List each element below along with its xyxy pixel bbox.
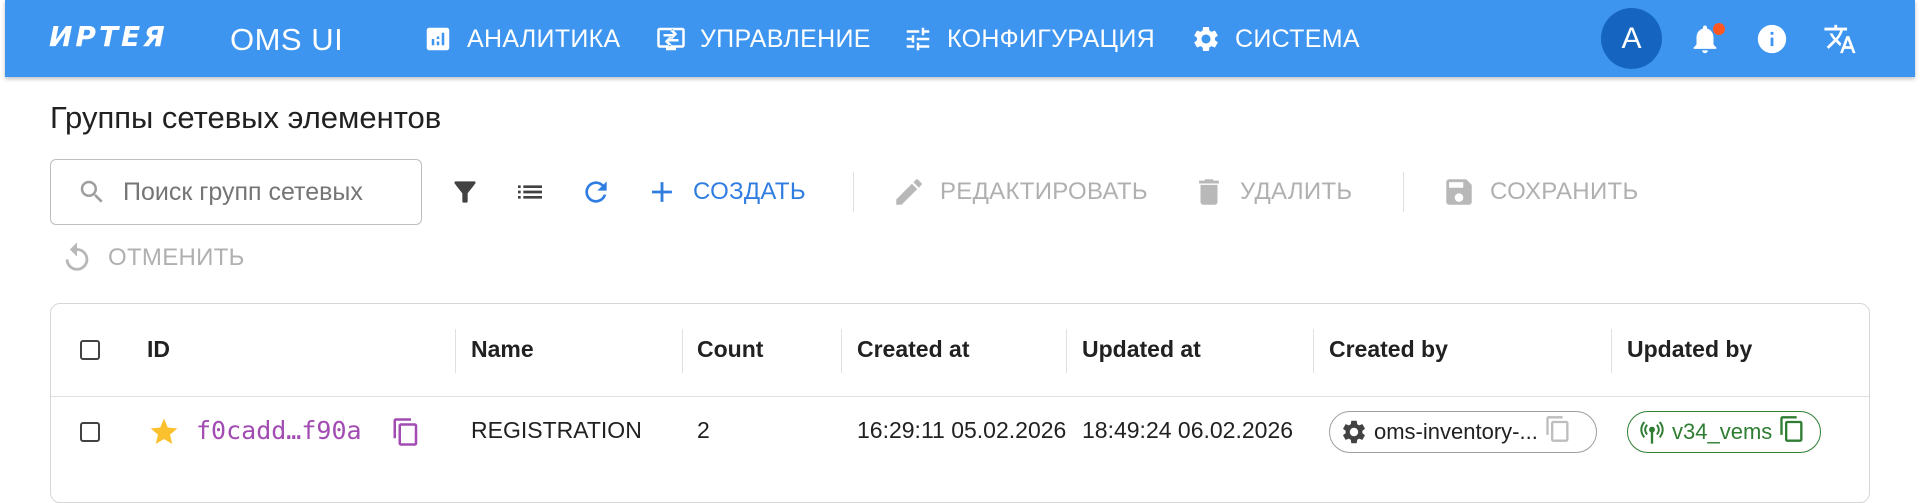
info-icon (1757, 24, 1787, 54)
antenna-icon (1640, 421, 1664, 444)
edit-label: РЕДАКТИРОВАТЬ (940, 178, 1148, 205)
row-id: f0cadd…f90a (196, 416, 362, 445)
save-button[interactable]: СОХРАНИТЬ (1442, 172, 1639, 212)
table-header: ID Name Count Created at Updated at Crea… (51, 304, 1869, 397)
nav-management[interactable]: УПРАВЛЕНИЕ (656, 20, 871, 58)
copy-icon[interactable] (391, 417, 421, 447)
column-header-created-at[interactable]: Created at (857, 336, 969, 363)
row-created-at: 16:29:11 05.02.2026 (857, 417, 1067, 443)
list-icon (518, 185, 542, 199)
toolbar-divider (853, 172, 854, 212)
columns-button[interactable] (514, 176, 546, 208)
product-name: OMS UI (230, 22, 344, 57)
updated-by-chip[interactable]: v34_vems (1627, 411, 1821, 453)
copy-icon (1546, 416, 1569, 442)
pencil-icon (896, 179, 922, 205)
row-checkbox[interactable] (80, 422, 100, 442)
nav-configuration[interactable]: КОНФИГУРАЦИЯ (903, 20, 1155, 58)
gear-icon (1194, 26, 1218, 51)
row-name: REGISTRATION (471, 417, 642, 443)
column-divider[interactable] (682, 329, 683, 373)
column-divider[interactable] (455, 329, 456, 373)
column-divider[interactable] (1313, 329, 1314, 373)
updated-by-label: v34_vems (1672, 419, 1773, 444)
nav-configuration-label: КОНФИГУРАЦИЯ (947, 24, 1155, 53)
created-by-label: oms-inventory-... (1374, 419, 1538, 444)
nav-system[interactable]: СИСТЕМА (1191, 20, 1360, 58)
avatar[interactable]: A (1601, 8, 1662, 69)
copy-button[interactable] (1778, 415, 1806, 449)
create-button[interactable]: СОЗДАТЬ (645, 172, 806, 212)
column-header-id[interactable]: ID (147, 336, 170, 363)
nav-analytics-label: АНАЛИТИКА (467, 24, 621, 53)
analytics-icon (426, 27, 450, 51)
info-button[interactable] (1755, 22, 1789, 56)
create-label: СОЗДАТЬ (693, 178, 806, 205)
search-field[interactable] (50, 159, 422, 225)
app-bar: ИРТЕЯ OMS UI АНАЛИТИКА УПРАВЛЕНИЕ КОНФИГ… (5, 0, 1915, 77)
translate-icon (1824, 24, 1856, 54)
nav-analytics[interactable]: АНАЛИТИКА (423, 20, 621, 58)
page-title: Группы сетевых элементов (50, 100, 442, 135)
refresh-button[interactable] (580, 176, 612, 208)
nav-system-label: СИСТЕМА (1235, 24, 1360, 53)
column-header-name[interactable]: Name (471, 336, 534, 363)
search-icon (80, 180, 103, 203)
search-input[interactable] (121, 176, 365, 208)
column-header-updated-at[interactable]: Updated at (1082, 336, 1201, 363)
management-icon (657, 27, 685, 51)
copy-icon (1780, 416, 1803, 442)
undo-icon (65, 242, 89, 271)
refresh-icon (585, 181, 607, 203)
cancel-label: ОТМЕНИТЬ (108, 244, 245, 271)
column-divider[interactable] (1611, 329, 1612, 373)
data-table: ID Name Count Created at Updated at Crea… (50, 303, 1870, 503)
edit-button[interactable]: РЕДАКТИРОВАТЬ (892, 172, 1148, 212)
cancel-button[interactable]: ОТМЕНИТЬ (60, 238, 245, 278)
row-updated-at: 18:49:24 06.02.2026 (1082, 417, 1294, 443)
plus-icon (652, 182, 672, 202)
tune-icon (906, 27, 930, 51)
column-divider[interactable] (841, 329, 842, 373)
save-icon (1446, 179, 1472, 205)
star-icon[interactable] (148, 416, 180, 448)
select-all-checkbox[interactable] (80, 340, 100, 360)
column-header-created-by[interactable]: Created by (1329, 336, 1448, 363)
created-by-chip[interactable]: oms-inventory-... (1329, 411, 1597, 453)
toolbar-divider (1403, 172, 1404, 212)
notification-badge (1713, 23, 1725, 35)
gear-icon (1343, 420, 1365, 444)
trash-icon (1199, 179, 1219, 205)
column-header-count[interactable]: Count (697, 336, 763, 363)
row-count: 2 (697, 417, 710, 443)
column-divider[interactable] (1066, 329, 1067, 373)
delete-button[interactable]: УДАЛИТЬ (1192, 172, 1352, 212)
brand-logo[interactable]: ИРТЕЯ (49, 20, 168, 53)
filter-button[interactable] (449, 176, 481, 208)
filter-icon (454, 181, 476, 203)
nav-management-label: УПРАВЛЕНИЕ (700, 24, 871, 53)
save-label: СОХРАНИТЬ (1490, 178, 1639, 205)
language-button[interactable] (1823, 22, 1857, 56)
delete-label: УДАЛИТЬ (1240, 178, 1353, 205)
copy-button[interactable] (1544, 415, 1572, 449)
column-header-updated-by[interactable]: Updated by (1627, 336, 1752, 363)
